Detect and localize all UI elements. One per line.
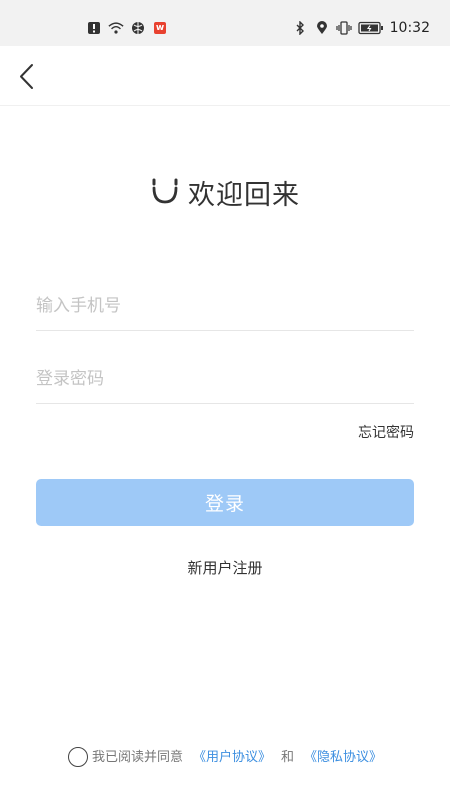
wps-letter: w (154, 22, 166, 34)
status-bar-left-icons: w (86, 19, 168, 37)
register-link: 新用户注册 (0, 557, 450, 578)
agreement-prefix: 我已阅读并同意 (91, 749, 183, 765)
password-field (36, 354, 414, 404)
phone-input[interactable] (36, 281, 414, 330)
login-screen: w 10:32 欢迎回来 输入手机号 忘记密码 登录 新用户注册 我已阅读并同意… (0, 0, 450, 800)
password-input[interactable] (36, 354, 414, 403)
register-link-label[interactable]: 新用户注册 (187, 559, 262, 577)
wps-icon: w (152, 20, 168, 36)
battery-icon (357, 20, 384, 36)
vibrate-icon (336, 20, 352, 36)
forgot-password-link[interactable]: 忘记密码 (358, 422, 414, 442)
welcome-title: 欢迎回来 (188, 179, 300, 211)
login-button[interactable]: 登录 (36, 479, 414, 526)
wifi-icon (108, 20, 124, 36)
privacy-policy-link[interactable]: 《隐私协议》 (304, 746, 382, 765)
status-bar: w 10:32 (0, 0, 450, 46)
globe-icon (130, 20, 146, 36)
back-button[interactable] (12, 60, 44, 92)
welcome-header: 欢迎回来 (0, 170, 450, 214)
agreement-conjunction: 和 (281, 749, 295, 765)
location-icon (314, 20, 330, 36)
status-time: 10:32 (389, 20, 430, 36)
smile-icon (150, 174, 180, 210)
nav-bar (0, 46, 450, 106)
bluetooth-icon (292, 20, 308, 36)
agreement-row: 我已阅读并同意 《用户协议》 和 《隐私协议》 (0, 744, 450, 767)
alert-icon (86, 20, 102, 36)
agree-checkbox[interactable] (67, 747, 88, 767)
status-bar-right-icons: 10:32 (292, 19, 430, 37)
chevron-left-icon (12, 64, 44, 96)
phone-field (36, 281, 414, 331)
user-agreement-link[interactable]: 《用户协议》 (193, 746, 271, 765)
